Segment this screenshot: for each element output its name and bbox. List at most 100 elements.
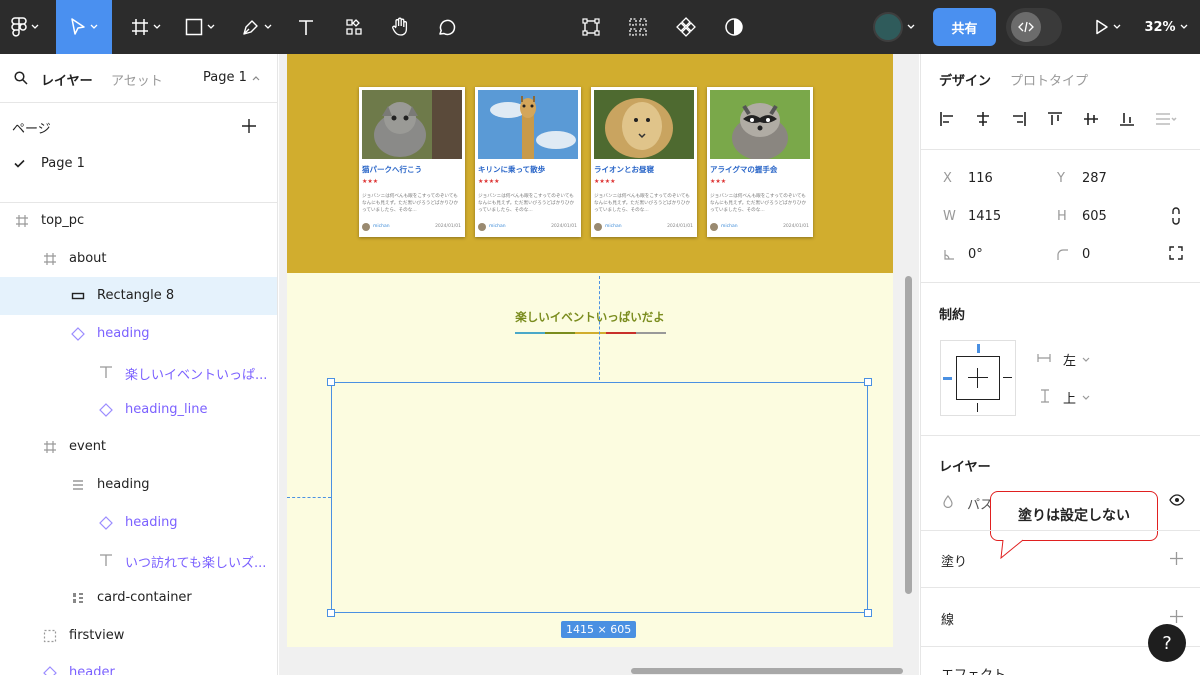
toolbar: 共有 32%: [0, 0, 1200, 54]
frame-tool-button[interactable]: [122, 0, 170, 54]
share-button[interactable]: 共有: [933, 8, 996, 46]
chevron-down-icon: [264, 24, 272, 29]
tab-prototype[interactable]: プロトタイプ: [1010, 70, 1088, 89]
vertical-constraint-select[interactable]: 上: [1063, 388, 1090, 407]
constraints-heading: 制約: [939, 308, 966, 323]
chevron-down-icon: [1082, 395, 1090, 400]
pen-icon: [243, 20, 258, 35]
distribute-icon[interactable]: [1155, 111, 1177, 127]
align-top-icon[interactable]: [1047, 111, 1063, 127]
add-fill-icon[interactable]: [1170, 552, 1183, 565]
chevron-down-icon: [207, 24, 215, 29]
layer-row[interactable]: いつ訪れても楽しいズ...: [0, 541, 277, 579]
height-input[interactable]: 605: [1082, 209, 1107, 224]
width-input[interactable]: 1415: [968, 209, 1001, 224]
help-button[interactable]: ?: [1148, 624, 1186, 662]
layer-row[interactable]: event: [0, 428, 277, 466]
create-component-button[interactable]: [670, 0, 702, 54]
event-card[interactable]: 猫パークへ行こう ★★★ ジョバンニは何べんも眼をこすってのぞいてもなんにも見えず。…: [359, 87, 465, 237]
layer-row[interactable]: heading: [0, 466, 277, 504]
w-label: W: [943, 209, 956, 224]
blend-mode-icon: [943, 495, 953, 508]
y-input[interactable]: 287: [1082, 171, 1107, 186]
constraints-widget[interactable]: [940, 340, 1016, 416]
add-page-icon[interactable]: [242, 119, 256, 133]
constrain-proportions-icon[interactable]: [1171, 206, 1181, 226]
align-vertical-center-icon[interactable]: [1083, 111, 1099, 127]
horizontal-scrollbar[interactable]: [631, 668, 903, 674]
align-bottom-icon[interactable]: [1119, 111, 1135, 127]
layer-label: event: [69, 439, 107, 455]
resize-handle-top-right[interactable]: [864, 378, 872, 386]
callout-text: 塗りは設定しない: [1018, 508, 1130, 524]
page-selector[interactable]: Page 1: [203, 70, 260, 85]
auto-layout-button[interactable]: [622, 0, 654, 54]
chevron-down-icon: [1180, 24, 1188, 29]
vertical-scrollbar[interactable]: [905, 276, 912, 594]
layer-row[interactable]: top_pc: [0, 202, 277, 240]
eye-icon[interactable]: [1169, 494, 1185, 506]
resize-handle-bottom-left[interactable]: [327, 609, 335, 617]
measure-guide-horizontal: [287, 497, 331, 498]
layer-row[interactable]: heading: [0, 315, 277, 353]
canvas[interactable]: 猫パークへ行こう ★★★ ジョバンニは何べんも眼をこすってのぞいてもなんにも見えず。…: [279, 54, 919, 675]
resize-handle-top-left[interactable]: [327, 378, 335, 386]
main-menu-button[interactable]: [0, 0, 50, 54]
card-author: michan: [721, 224, 738, 229]
layer-row[interactable]: firstview: [0, 617, 277, 655]
event-card[interactable]: キリンに乗って散歩 ★★★★ ジョバンニは何べんも眼をこすってのぞいてもなんにも見え…: [475, 87, 581, 237]
rotation-input[interactable]: 0°: [968, 247, 983, 262]
layer-row[interactable]: about: [0, 240, 277, 278]
horizontal-constraint-select[interactable]: 左: [1063, 350, 1090, 369]
layer-label: いつ訪れても楽しいズ...: [125, 556, 267, 572]
move-tool-button[interactable]: [56, 0, 112, 54]
check-icon: [14, 159, 25, 168]
layer-row[interactable]: heading_line: [0, 391, 277, 429]
event-card[interactable]: ライオンとお昼寝 ★★★★ ジョバンニは何べんも眼をこすってのぞいてもなんにも見えず…: [591, 87, 697, 237]
align-right-icon[interactable]: [1011, 111, 1027, 127]
pen-tool-button[interactable]: [232, 0, 282, 54]
hand-tool-button[interactable]: [384, 0, 416, 54]
card-avatar: [362, 223, 370, 231]
selected-rectangle[interactable]: [331, 382, 868, 613]
tab-design[interactable]: デザイン: [939, 70, 991, 89]
independent-corners-icon[interactable]: [1169, 246, 1183, 260]
align-left-icon[interactable]: [939, 111, 955, 127]
card-date: 2024/01/01: [783, 224, 809, 229]
tab-assets[interactable]: アセット: [111, 70, 163, 89]
avatar: [873, 12, 903, 42]
tab-layers[interactable]: レイヤー: [41, 70, 93, 89]
resize-handle-bottom-right[interactable]: [864, 609, 872, 617]
card-text: ジョバンニは何べんも眼をこすってのぞいてもなんにも見えず。ただ黒いびろうどばかり…: [594, 194, 691, 213]
text-tool-button[interactable]: [290, 0, 322, 54]
user-avatar-button[interactable]: [866, 0, 922, 54]
card-text: ジョバンニは何べんも眼をこすってのぞいてもなんにも見えず。ただ黒いびろうどばかり…: [478, 194, 575, 213]
resources-tool-button[interactable]: [338, 0, 370, 54]
present-button[interactable]: [1086, 0, 1130, 54]
layer-row[interactable]: Rectangle 8: [0, 277, 277, 316]
event-card[interactable]: アライグマの握手会 ★★★ ジョバンニは何べんも眼をこすってのぞいてもなんにも見えず…: [707, 87, 813, 237]
mask-button[interactable]: [718, 0, 750, 54]
frame-selection-button[interactable]: [575, 0, 607, 54]
search-icon[interactable]: [14, 71, 28, 85]
layer-row[interactable]: header: [0, 654, 277, 675]
layer-label: card-container: [97, 590, 192, 605]
x-input[interactable]: 116: [968, 171, 993, 186]
shape-tool-button[interactable]: [176, 0, 224, 54]
align-horizontal-center-icon[interactable]: [975, 111, 991, 127]
add-stroke-icon[interactable]: [1170, 610, 1183, 623]
card-text: ジョバンニは何べんも眼をこすってのぞいてもなんにも見えず。ただ黒いびろうどばかり…: [362, 194, 459, 213]
code-icon: [1011, 12, 1041, 42]
corner-radius-input[interactable]: 0: [1082, 247, 1090, 262]
layer-row[interactable]: heading: [0, 504, 277, 542]
frame-icon: [132, 19, 148, 35]
frame-icon: [42, 251, 58, 267]
card-rating: ★★★: [362, 178, 379, 185]
layer-row[interactable]: card-container: [0, 579, 277, 617]
zoom-dropdown[interactable]: 32%: [1138, 0, 1194, 54]
dev-mode-toggle[interactable]: [1006, 8, 1062, 46]
layer-row[interactable]: 楽しいイベントいっぱ...: [0, 353, 277, 391]
page-item[interactable]: Page 1: [0, 146, 277, 180]
comment-tool-button[interactable]: [430, 0, 462, 54]
card-title: アライグマの握手会: [710, 165, 778, 174]
